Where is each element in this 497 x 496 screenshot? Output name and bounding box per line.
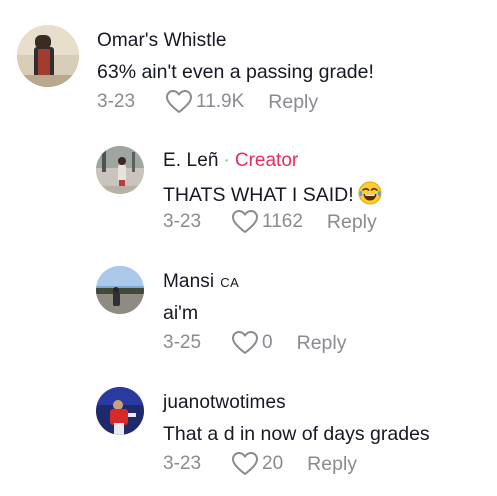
comment-date: 3-23 <box>163 211 202 232</box>
comment-text: 63% ain't even a passing grade! <box>97 61 374 83</box>
reply-button[interactable]: Reply <box>327 211 377 234</box>
comment-meta: 3-23 20 Reply <box>163 451 357 477</box>
comment-text: THATS WHAT I SAID! <box>163 181 382 207</box>
username[interactable]: Mansi <box>163 271 214 293</box>
comment-meta: 3-23 11.9K Reply <box>97 89 318 115</box>
heart-icon <box>232 331 259 354</box>
comment-header: E. Leñ · Creator <box>163 150 298 172</box>
like-count: 20 <box>262 453 284 474</box>
comment-text: ai'm <box>163 302 199 324</box>
reply-button[interactable]: Reply <box>268 91 318 114</box>
avatar[interactable] <box>96 387 144 435</box>
heart-icon <box>166 90 193 113</box>
like-count: 11.9K <box>196 91 245 112</box>
username[interactable]: E. Leñ <box>163 150 219 172</box>
comment-text: That a d in now of days grades <box>163 423 430 445</box>
avatar[interactable] <box>96 146 144 194</box>
comment-date: 3-23 <box>163 453 202 474</box>
avatar[interactable] <box>96 266 144 314</box>
reply-button[interactable]: Reply <box>297 332 347 355</box>
username[interactable]: Omar's Whistle <box>97 30 227 52</box>
like-button[interactable]: 11.9K <box>165 89 244 115</box>
comment-header: juanotwotimes <box>163 392 286 414</box>
like-count: 1162 <box>262 211 303 232</box>
comment-date: 3-25 <box>163 332 202 353</box>
username[interactable]: juanotwotimes <box>163 392 286 414</box>
comment-header: Mansi CA <box>163 271 239 293</box>
tears-of-joy-icon <box>358 181 382 205</box>
comment-date: 3-23 <box>97 91 136 112</box>
like-button[interactable]: 20 <box>231 451 283 477</box>
reply-button[interactable]: Reply <box>307 453 357 476</box>
comment-meta: 3-23 1162 Reply <box>163 209 377 235</box>
like-button[interactable]: 1162 <box>231 209 303 235</box>
comment-header: Omar's Whistle <box>97 30 227 52</box>
separator-dot: · <box>223 150 230 171</box>
comment-meta: 3-25 0 Reply <box>163 330 346 356</box>
like-button[interactable]: 0 <box>231 330 273 356</box>
heart-icon <box>232 210 259 233</box>
creator-badge: Creator <box>234 150 299 171</box>
like-count: 0 <box>262 332 273 353</box>
heart-icon <box>232 452 259 475</box>
comment-text-content: THATS WHAT I SAID! <box>163 184 354 206</box>
avatar[interactable] <box>17 25 79 87</box>
region-tag: CA <box>220 275 240 290</box>
